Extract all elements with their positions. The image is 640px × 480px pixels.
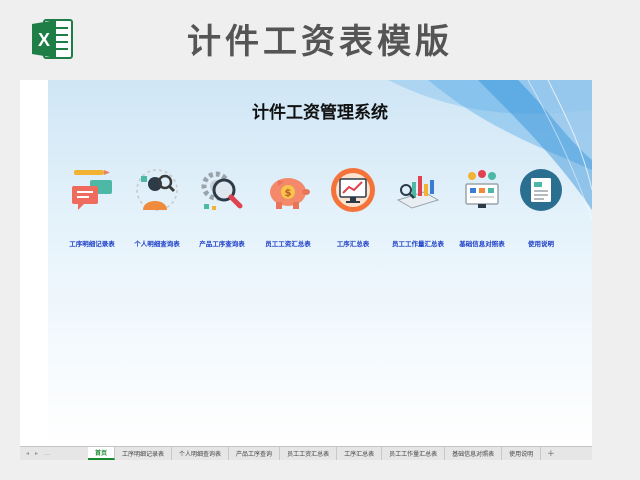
- tab-nav: ◂ ▸ …: [20, 447, 88, 460]
- module-label: 员工工作量汇总表: [392, 240, 444, 248]
- svg-text:$: $: [285, 188, 292, 199]
- module-salary-summary[interactable]: $ 员工工资汇总表: [256, 166, 320, 248]
- module-base-info[interactable]: 基础信息对照表: [450, 166, 514, 248]
- monitor-chart-icon: [331, 168, 375, 212]
- tab-process-detail[interactable]: 工序明细记录表: [115, 447, 173, 460]
- module-process-summary[interactable]: 工序汇总表: [321, 166, 385, 248]
- team-board-icon: [465, 170, 499, 208]
- tab-product-process[interactable]: 产品工序查询: [229, 447, 281, 460]
- module-label: 产品工序查询表: [199, 240, 245, 248]
- tab-home[interactable]: 首页: [88, 447, 116, 460]
- module-label: 工序明细记录表: [69, 240, 115, 248]
- row-gutter: [20, 80, 48, 446]
- tab-workload-summary[interactable]: 员工工作量汇总表: [382, 447, 446, 460]
- sheet-tab-bar: ◂ ▸ … 首页 工序明细记录表 个人明细查询表 产品工序查询 员工工资汇总表 …: [20, 446, 592, 460]
- module-label: 基础信息对照表: [459, 240, 505, 248]
- dashboard-canvas: 计件工资管理系统 工序明细记录表 个人明细查询表 产品工序查询表 $ 员工工资汇…: [48, 80, 592, 446]
- piggy-bank-icon: $: [270, 178, 310, 209]
- module-process-detail[interactable]: 工序明细记录表: [60, 166, 124, 248]
- tab-personal-query[interactable]: 个人明细查询表: [172, 447, 230, 460]
- tab-process-summary[interactable]: 工序汇总表: [337, 447, 383, 460]
- module-label: 使用说明: [528, 240, 554, 248]
- tab-base-info[interactable]: 基础信息对照表: [445, 447, 503, 460]
- document-icon: [520, 169, 562, 211]
- person-search-icon: [136, 169, 178, 211]
- bar-chart-icon: [396, 176, 440, 209]
- tab-scroll-right-icon[interactable]: ▸: [35, 450, 38, 457]
- page-title: 计件工资表模版: [187, 22, 453, 62]
- module-personal-query[interactable]: 个人明细查询表: [125, 166, 189, 248]
- banner: X 计件工资表模版: [0, 0, 640, 80]
- tab-salary-summary[interactable]: 员工工资汇总表: [280, 447, 338, 460]
- chat-pencil-icon: [72, 170, 112, 210]
- module-label: 员工工资汇总表: [265, 240, 311, 248]
- tab-scroll-left-icon[interactable]: ◂: [26, 450, 29, 457]
- tab-more-icon[interactable]: …: [44, 450, 50, 457]
- module-label: 工序汇总表: [336, 240, 370, 248]
- module-workload-summary[interactable]: 员工工作量汇总表: [386, 166, 450, 248]
- spreadsheet-area: 计件工资管理系统 工序明细记录表 个人明细查询表 产品工序查询表 $ 员工工资汇…: [20, 80, 592, 460]
- add-sheet-button[interactable]: +: [541, 447, 561, 460]
- system-title: 计件工资管理系统: [252, 103, 388, 123]
- module-product-process-query[interactable]: 产品工序查询表: [190, 166, 254, 248]
- module-label: 个人明细查询表: [134, 240, 180, 248]
- tab-usage-guide[interactable]: 使用说明: [502, 447, 542, 460]
- gear-magnifier-icon: [201, 171, 243, 210]
- module-usage-guide[interactable]: 使用说明: [509, 166, 573, 248]
- background-wave: [388, 80, 592, 221]
